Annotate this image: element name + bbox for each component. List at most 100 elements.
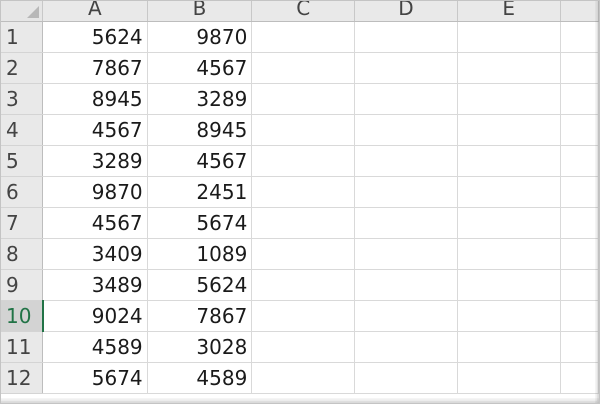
column-header-d[interactable]: D (354, 1, 458, 22)
cell-d[interactable] (354, 83, 458, 115)
table-row: 4 4567 8945 (1, 114, 599, 146)
row-header[interactable]: 9 (1, 269, 43, 301)
cell-a[interactable]: 4567 (42, 114, 148, 146)
cell-c[interactable] (251, 176, 356, 208)
cell-b[interactable]: 7867 (147, 300, 253, 332)
cell-f[interactable] (560, 83, 599, 115)
row-header[interactable]: 12 (1, 362, 43, 394)
cell-f[interactable] (560, 300, 599, 332)
cell-a[interactable]: 7867 (42, 52, 148, 84)
cell-a[interactable]: 8945 (42, 83, 148, 115)
cell-f[interactable] (560, 207, 599, 239)
cell-a[interactable]: 9024 (42, 300, 148, 332)
cell-f[interactable] (560, 145, 599, 177)
cell-f[interactable] (560, 362, 599, 394)
row-header[interactable]: 8 (1, 238, 43, 270)
cell-d[interactable] (354, 21, 458, 53)
cell-c[interactable] (251, 83, 356, 115)
window-shadow-right (595, 1, 599, 403)
row-header[interactable]: 7 (1, 207, 43, 239)
table-row: 12 5674 4589 (1, 362, 599, 394)
cell-b[interactable]: 4567 (147, 145, 253, 177)
cell-b[interactable]: 1089 (147, 238, 253, 270)
row-header[interactable]: 10 (1, 300, 44, 332)
cell-d[interactable] (354, 362, 458, 394)
cell-c[interactable] (251, 114, 356, 146)
cell-c[interactable] (251, 207, 356, 239)
select-all-corner[interactable] (1, 1, 43, 22)
cell-f[interactable] (560, 114, 599, 146)
cell-b[interactable]: 8945 (147, 114, 253, 146)
cell-a[interactable]: 3489 (42, 269, 148, 301)
cell-e[interactable] (457, 21, 561, 53)
cell-d[interactable] (354, 114, 458, 146)
cell-a[interactable]: 5624 (42, 21, 148, 53)
column-header-c[interactable]: C (251, 1, 356, 22)
row-header[interactable]: 6 (1, 176, 43, 208)
cell-b[interactable]: 3028 (147, 331, 253, 363)
cell-c[interactable] (251, 362, 356, 394)
cell-a[interactable]: 4589 (42, 331, 148, 363)
cell-e[interactable] (457, 207, 561, 239)
cell-b[interactable]: 3289 (147, 83, 253, 115)
row-header[interactable]: 4 (1, 114, 43, 146)
cell-c[interactable] (251, 21, 356, 53)
cell-f[interactable] (560, 176, 599, 208)
column-header-a[interactable]: A (42, 1, 148, 22)
row-header[interactable]: 3 (1, 83, 43, 115)
cell-e[interactable] (457, 331, 561, 363)
cell-e[interactable] (457, 176, 561, 208)
column-header-e[interactable]: E (457, 1, 561, 22)
cell-b[interactable]: 5674 (147, 207, 253, 239)
cell-e[interactable] (457, 238, 561, 270)
cell-a[interactable]: 5674 (42, 362, 148, 394)
cell-d[interactable] (354, 331, 458, 363)
cell-b[interactable]: 5624 (147, 269, 253, 301)
cell-e[interactable] (457, 362, 561, 394)
cell-a[interactable]: 3409 (42, 238, 148, 270)
cell-a[interactable]: 3289 (42, 145, 148, 177)
cell-d[interactable] (354, 145, 458, 177)
row-header[interactable]: 5 (1, 145, 43, 177)
cell-e[interactable] (457, 83, 561, 115)
cell-d[interactable] (354, 269, 458, 301)
cell-b[interactable]: 4567 (147, 52, 253, 84)
column-header-b[interactable]: B (147, 1, 253, 22)
cell-c[interactable] (251, 145, 356, 177)
window-shadow-bottom (1, 398, 599, 403)
cell-c[interactable] (251, 331, 356, 363)
cell-d[interactable] (354, 300, 458, 332)
cell-a[interactable]: 4567 (42, 207, 148, 239)
cell-b[interactable]: 4589 (147, 362, 253, 394)
cell-d[interactable] (354, 207, 458, 239)
spreadsheet-grid: A B C D E 1 5624 9870 2 7867 4567 3 8945 3289 4 45… (1, 1, 599, 394)
cell-c[interactable] (251, 300, 356, 332)
cell-e[interactable] (457, 145, 561, 177)
cell-d[interactable] (354, 176, 458, 208)
row-header[interactable]: 2 (1, 52, 43, 84)
column-header-f[interactable] (560, 1, 599, 22)
cell-c[interactable] (251, 52, 356, 84)
cell-f[interactable] (560, 52, 599, 84)
table-row: 6 9870 2451 (1, 176, 599, 208)
cell-e[interactable] (457, 300, 561, 332)
spreadsheet-window: A B C D E 1 5624 9870 2 7867 4567 3 8945 3289 4 45… (0, 0, 600, 404)
cell-f[interactable] (560, 238, 599, 270)
row-header[interactable]: 11 (1, 331, 43, 363)
cell-d[interactable] (354, 238, 458, 270)
cell-f[interactable] (560, 21, 599, 53)
cell-c[interactable] (251, 269, 356, 301)
table-row: 2 7867 4567 (1, 52, 599, 84)
cell-a[interactable]: 9870 (42, 176, 148, 208)
cell-c[interactable] (251, 238, 356, 270)
cell-f[interactable] (560, 269, 599, 301)
cell-e[interactable] (457, 52, 561, 84)
cell-d[interactable] (354, 52, 458, 84)
cell-f[interactable] (560, 331, 599, 363)
cell-e[interactable] (457, 114, 561, 146)
cell-e[interactable] (457, 269, 561, 301)
cell-b[interactable]: 9870 (147, 21, 253, 53)
cell-b[interactable]: 2451 (147, 176, 253, 208)
row-header[interactable]: 1 (1, 21, 43, 53)
table-row: 8 3409 1089 (1, 238, 599, 270)
